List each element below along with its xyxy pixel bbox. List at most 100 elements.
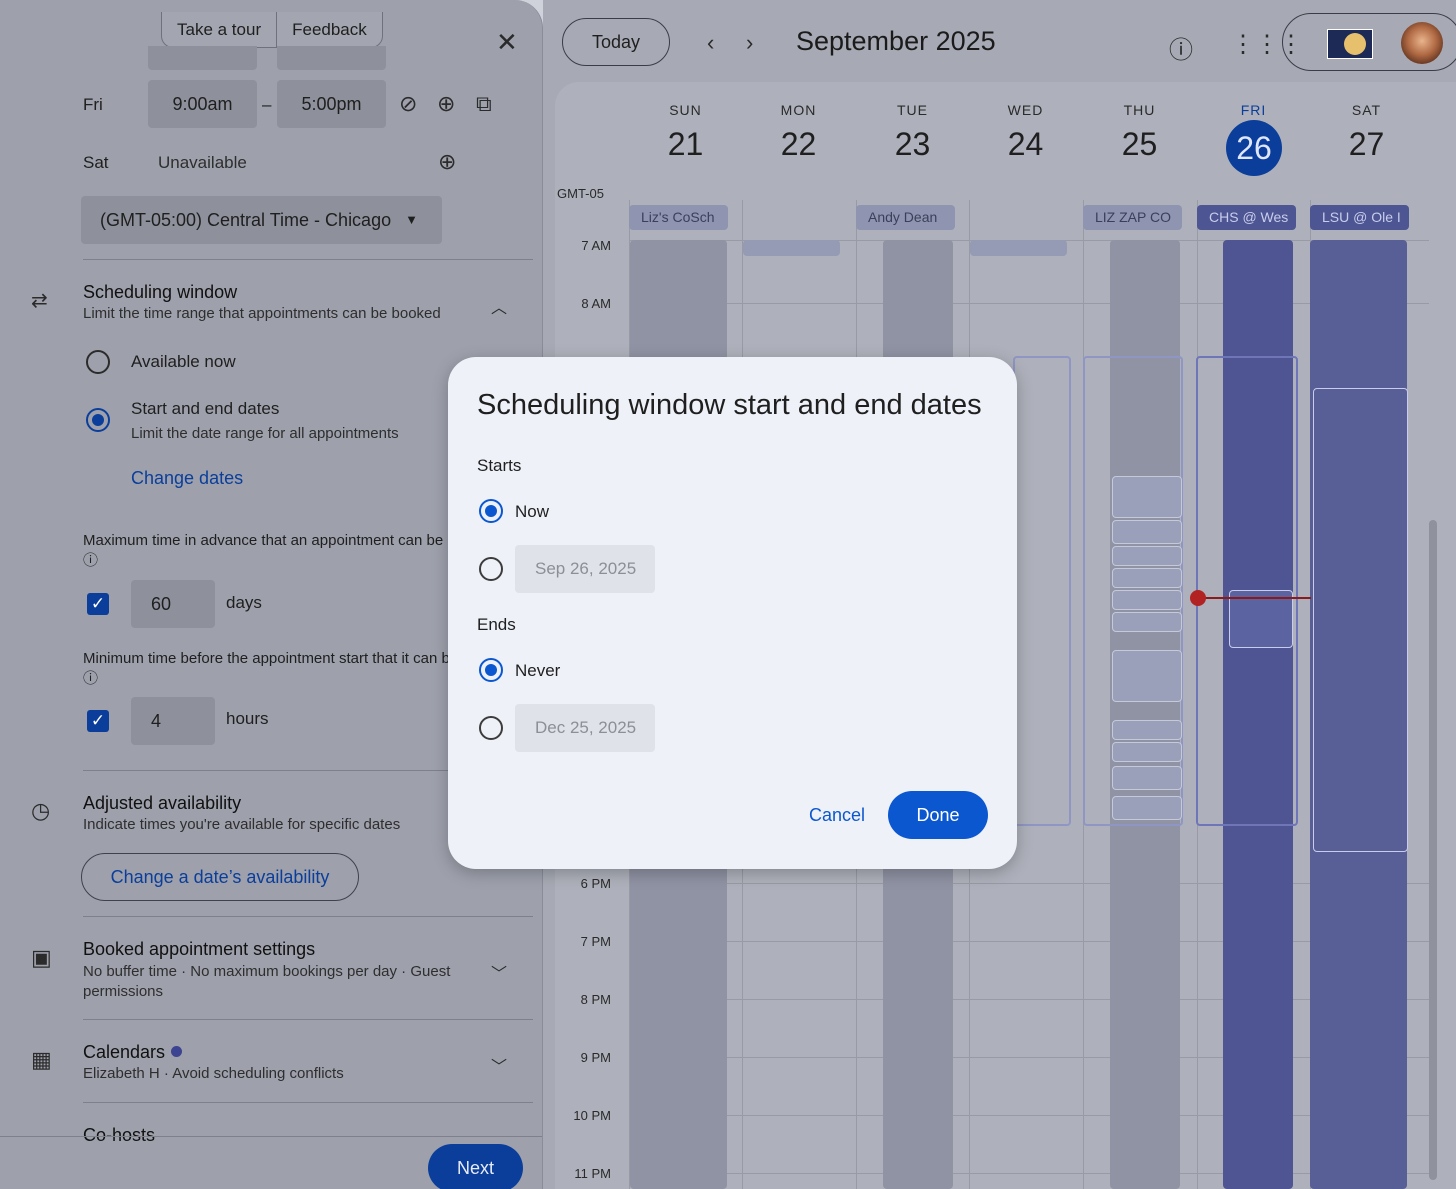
max-advance-input[interactable]: 60 — [131, 580, 215, 628]
chevron-down-icon[interactable]: ﹀ — [491, 1053, 507, 1077]
all-day-event[interactable]: LIZ ZAP CO — [1083, 205, 1182, 230]
help-icon[interactable]: ⓘ — [1169, 30, 1193, 65]
next-button[interactable]: Next — [428, 1144, 523, 1189]
copy-icon[interactable]: ⧉ — [476, 93, 492, 115]
day-name: FRI — [1240, 102, 1267, 118]
hour-label: 7 AM — [581, 238, 611, 253]
take-a-tour-button[interactable]: Take a tour — [162, 12, 276, 47]
calendar-event[interactable] — [1112, 476, 1182, 518]
grid-line — [629, 1057, 1429, 1058]
unavailable-icon[interactable]: ⊘ — [399, 93, 417, 115]
hour-label: 9 PM — [580, 1050, 611, 1065]
hour-label: 7 PM — [580, 934, 611, 949]
calendar-event[interactable] — [970, 240, 1067, 256]
available-now-radio[interactable] — [86, 350, 110, 374]
sat-status: Unavailable — [158, 153, 247, 172]
close-icon[interactable]: ✕ — [496, 29, 518, 55]
done-button[interactable]: Done — [888, 791, 988, 839]
chevron-down-icon[interactable]: ﹀ — [491, 960, 507, 984]
starts-date-radio[interactable] — [479, 557, 503, 581]
day-name: SAT — [1351, 102, 1382, 118]
day-name: SUN — [669, 102, 702, 118]
grid-line — [629, 303, 1429, 304]
avatar[interactable] — [1401, 22, 1443, 64]
fri-end-time[interactable]: 5:00pm — [277, 80, 386, 128]
calendar-event[interactable] — [1112, 720, 1182, 740]
timezone-value: (GMT-05:00) Central Time - Chicago — [100, 210, 392, 230]
today-button[interactable]: Today — [562, 18, 670, 66]
current-time-dot — [1190, 590, 1206, 606]
chevron-right-icon[interactable]: › — [746, 30, 753, 56]
prev-end-time — [277, 46, 386, 70]
help-icon[interactable]: ⓘ — [83, 552, 98, 569]
scheduling-window-subtitle: Limit the time range that appointments c… — [83, 305, 441, 322]
help-icon[interactable]: ⓘ — [83, 670, 98, 687]
dialog-title: Scheduling window start and end dates — [477, 389, 982, 421]
calendar-event[interactable] — [1112, 796, 1182, 820]
ends-date-radio[interactable] — [479, 716, 503, 740]
calendar-event[interactable] — [1112, 766, 1182, 790]
fri-start-time[interactable]: 9:00am — [148, 80, 257, 128]
calendar-event[interactable] — [1112, 546, 1182, 566]
day-number[interactable]: 23 — [856, 126, 969, 163]
calendars-title: Calendars — [83, 1042, 183, 1063]
day-name: THU — [1123, 102, 1156, 118]
max-advance-text: Maximum time in advance that an appointm… — [83, 532, 497, 549]
current-time-line — [1199, 597, 1311, 599]
footer-divider — [0, 1136, 542, 1137]
calendar-color-dot — [171, 1046, 183, 1057]
start-date-input[interactable]: Sep 26, 2025 — [515, 545, 655, 593]
min-before-checkbox[interactable]: ✓ — [87, 710, 109, 732]
timezone-select[interactable]: (GMT-05:00) Central Time - Chicago ▼ — [81, 196, 442, 244]
timezone-label: GMT-05 — [557, 186, 604, 201]
scrollbar[interactable] — [1429, 520, 1437, 1180]
start-end-dates-sublabel: Limit the date range for all appointment… — [131, 425, 399, 442]
min-before-input[interactable]: 4 — [131, 697, 215, 745]
account-switcher[interactable] — [1282, 13, 1456, 71]
cancel-button[interactable]: Cancel — [809, 805, 865, 826]
booked-settings-subtitle: No buffer time · No maximum bookings per… — [83, 963, 451, 1000]
calendar-event[interactable] — [1313, 388, 1408, 852]
grid-line — [629, 1173, 1429, 1174]
day-number[interactable]: 27 — [1310, 126, 1423, 163]
day-number[interactable]: 21 — [629, 126, 742, 163]
add-circle-icon[interactable]: ⊕ — [438, 151, 456, 173]
adjusted-availability-title: Adjusted availability — [83, 793, 242, 813]
chevron-left-icon[interactable]: ‹ — [707, 30, 714, 56]
today-date-circle[interactable]: 26 — [1226, 120, 1282, 176]
all-day-event[interactable]: LSU @ Ole I — [1310, 205, 1409, 230]
ends-never-label: Never — [515, 661, 561, 680]
grid-line — [629, 1115, 1429, 1116]
calendar-icon: ▦ — [31, 1047, 52, 1072]
adjusted-availability-subtitle: Indicate times you're available for spec… — [83, 816, 401, 833]
calendar-event[interactable] — [1112, 612, 1182, 632]
calendar-event[interactable] — [743, 240, 840, 256]
calendar-event[interactable] — [1112, 520, 1182, 544]
hour-label: 8 AM — [581, 296, 611, 311]
end-date-input[interactable]: Dec 25, 2025 — [515, 704, 655, 752]
chevron-up-icon[interactable]: ︿ — [491, 294, 507, 318]
day-number[interactable]: 25 — [1083, 126, 1196, 163]
all-day-event[interactable]: Andy Dean — [856, 205, 955, 230]
change-date-availability-button[interactable]: Change a date’s availability — [81, 853, 359, 901]
ends-never-radio[interactable] — [479, 658, 503, 682]
add-circle-icon[interactable]: ⊕ — [437, 93, 455, 115]
max-advance-checkbox[interactable]: ✓ — [87, 593, 109, 615]
feedback-button[interactable]: Feedback — [276, 12, 382, 47]
starts-now-radio[interactable] — [479, 499, 503, 523]
calendars-subtitle: Elizabeth H · Avoid scheduling conflicts — [83, 1065, 344, 1082]
day-number[interactable]: 24 — [969, 126, 1082, 163]
divider — [83, 1102, 533, 1103]
start-end-dates-label: Start and end dates — [131, 399, 280, 418]
day-number[interactable]: 22 — [742, 126, 855, 163]
day-name: MON — [780, 102, 817, 118]
calendar-event[interactable] — [1112, 568, 1182, 588]
all-day-event[interactable]: CHS @ Wes — [1197, 205, 1296, 230]
all-day-event[interactable]: Liz's CoSch — [629, 205, 728, 230]
start-end-dates-radio[interactable] — [86, 408, 110, 432]
appointment-slot[interactable] — [1013, 356, 1071, 826]
calendar-event[interactable] — [1112, 590, 1182, 610]
calendar-event[interactable] — [1112, 742, 1182, 762]
change-dates-link[interactable]: Change dates — [131, 468, 243, 489]
calendar-event[interactable] — [1112, 650, 1182, 702]
